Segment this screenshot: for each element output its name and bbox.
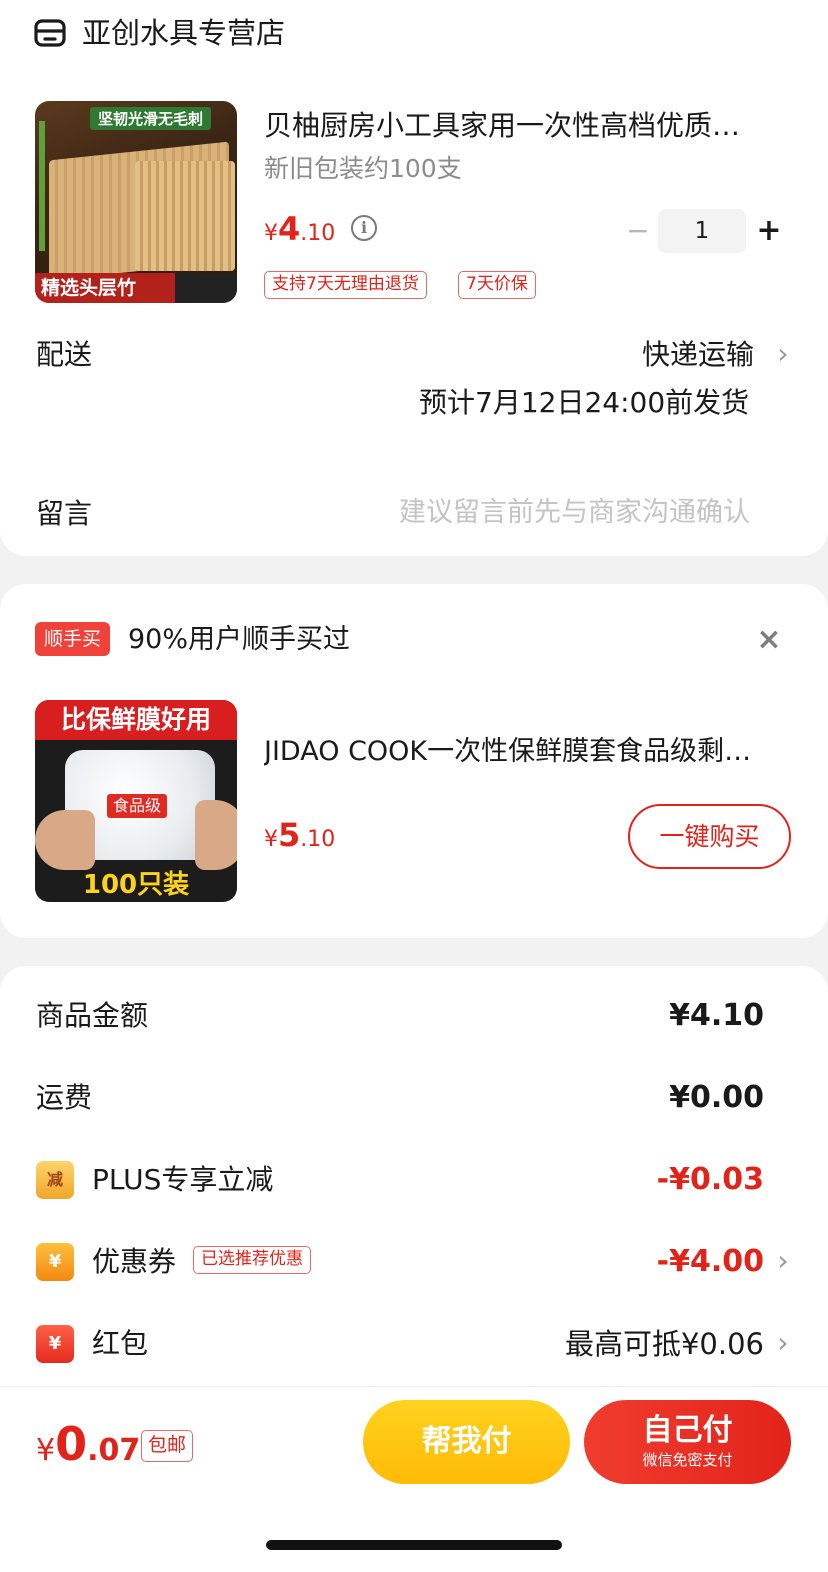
- delivery-eta: 预计7月12日24:00前发货: [419, 386, 750, 419]
- coupon-icon: ¥: [36, 1243, 74, 1281]
- plus-discount-icon: 减: [36, 1161, 74, 1199]
- plus-discount-label: PLUS专享立减: [92, 1163, 274, 1196]
- shipping-value: ¥0.00: [669, 1080, 764, 1115]
- product-spec: 新旧包装约100支: [264, 154, 462, 183]
- home-indicator[interactable]: [266, 1540, 562, 1550]
- message-label: 留言: [36, 497, 93, 530]
- goods-amount-label: 商品金额: [36, 999, 149, 1032]
- coupon-tag: 已选推荐优惠: [193, 1246, 311, 1274]
- coupon-label[interactable]: 优惠券: [92, 1244, 176, 1280]
- chevron-right-icon[interactable]: ›: [772, 1325, 794, 1361]
- product-image[interactable]: 坚韧光滑无毛刺 精选头层竹: [35, 101, 237, 303]
- quantity-minus-button[interactable]: −: [624, 214, 652, 248]
- addon-title: 90%用户顺手买过: [128, 624, 351, 655]
- store-icon: [34, 19, 66, 47]
- product-price: ¥4.10: [264, 210, 336, 248]
- addon-badge: 顺手买: [35, 622, 111, 656]
- self-pay-button[interactable]: 自己付 微信免密支付: [584, 1400, 791, 1484]
- self-pay-sub-label: 微信免密支付: [642, 1451, 733, 1469]
- addon-product-title[interactable]: JIDAO COOK一次性保鲜膜套食品级剩…: [264, 734, 792, 770]
- addon-image-label: 食品级: [107, 794, 168, 818]
- quantity-input[interactable]: 1: [658, 209, 746, 253]
- addon-image-header: 比保鲜膜好用: [35, 700, 237, 740]
- product-title[interactable]: 贝柚厨房小工具家用一次性高档优质…: [264, 108, 794, 144]
- chevron-right-icon[interactable]: ›: [772, 336, 794, 372]
- free-shipping-tag: 包邮: [141, 1430, 194, 1462]
- product-image-bottom-text: 精选头层竹: [35, 273, 175, 303]
- help-pay-button[interactable]: 帮我付: [363, 1400, 570, 1484]
- price-protect-tag: 7天价保: [458, 271, 536, 299]
- plus-discount-value: -¥0.03: [656, 1162, 764, 1197]
- self-pay-label: 自己付: [642, 1413, 733, 1448]
- red-packet-icon: ¥: [36, 1325, 74, 1363]
- addon-image-footer: 100只装: [82, 870, 190, 900]
- delivery-method[interactable]: 快递运输: [642, 337, 754, 373]
- product-image-top-text: 坚韧光滑无毛刺: [90, 107, 212, 130]
- info-icon[interactable]: i: [351, 215, 377, 241]
- close-icon[interactable]: ×: [754, 622, 784, 658]
- delivery-label: 配送: [36, 338, 93, 371]
- order-card: 亚创水具专营店 坚韧光滑无毛刺 精选头层竹 贝柚厨房小工具家用一次性高档优质… …: [0, 0, 828, 556]
- coupon-value[interactable]: -¥4.00: [657, 1244, 764, 1280]
- total-price: ¥0.07: [36, 1417, 141, 1471]
- message-input[interactable]: 建议留言前先与商家沟通确认: [399, 495, 750, 531]
- one-click-buy-button[interactable]: 一键购买: [628, 804, 791, 869]
- goods-amount-value: ¥4.10: [669, 998, 764, 1033]
- chevron-right-icon[interactable]: ›: [772, 1243, 794, 1279]
- red-packet-label[interactable]: 红包: [92, 1326, 148, 1362]
- store-name[interactable]: 亚创水具专营店: [82, 14, 285, 52]
- red-packet-value[interactable]: 最高可抵¥0.06: [565, 1326, 764, 1362]
- addon-product-image[interactable]: 比保鲜膜好用 食品级 100只装: [35, 700, 237, 902]
- shipping-label: 运费: [36, 1081, 93, 1114]
- quantity-plus-button[interactable]: +: [754, 212, 784, 250]
- return-policy-tag: 支持7天无理由退货: [264, 271, 427, 299]
- addon-product-price: ¥5.10: [264, 816, 336, 854]
